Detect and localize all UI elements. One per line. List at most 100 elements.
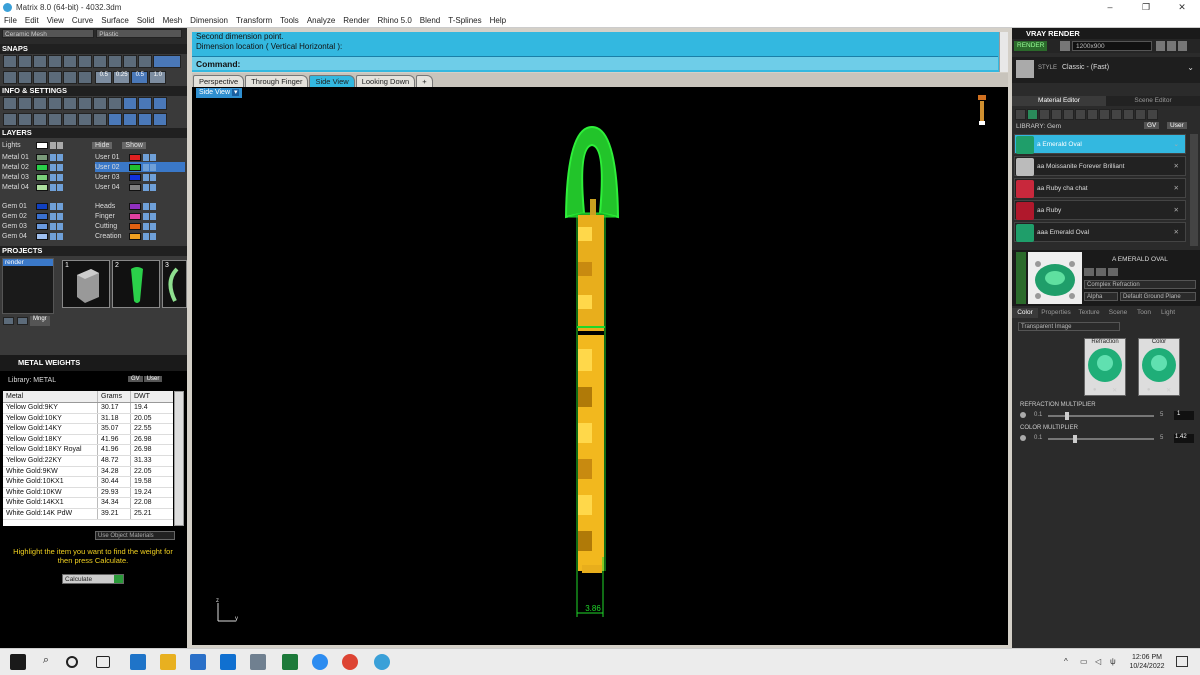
menu-tools[interactable]: Tools	[276, 16, 303, 25]
matrix-icon[interactable]	[374, 654, 390, 670]
tab-toon[interactable]: Toon	[1132, 308, 1156, 318]
camera-icon[interactable]	[1060, 41, 1070, 51]
cut-icon[interactable]	[78, 113, 92, 126]
tab-properties[interactable]: Properties	[1038, 308, 1074, 318]
layer-row[interactable]: User 04	[95, 182, 185, 192]
view-c-icon[interactable]	[153, 97, 167, 110]
gv-button[interactable]: GV	[1144, 122, 1160, 129]
lock-icon[interactable]	[50, 222, 56, 230]
lock-icon[interactable]	[50, 183, 56, 191]
tray-chevron-icon[interactable]: ^	[1064, 657, 1068, 666]
table-row[interactable]: Yellow Gold:22KY 48.72 31.33	[3, 455, 173, 467]
header-grams[interactable]: Grams	[98, 391, 131, 402]
snap-value-3[interactable]: 0.5	[131, 71, 149, 84]
tab-material-editor[interactable]: Material Editor	[1012, 96, 1106, 106]
close-icon[interactable]: ✕	[1164, 2, 1200, 13]
layer-swatch[interactable]	[36, 212, 48, 220]
user-button[interactable]: User	[1167, 122, 1187, 129]
material-combo-1[interactable]: Ceramic Mesh	[2, 29, 94, 38]
project-thumb-1[interactable]: 1	[62, 260, 110, 308]
chevron-down-icon[interactable]: ⌄	[1187, 63, 1194, 72]
layer-row[interactable]: Metal 01	[2, 152, 95, 162]
layer-swatch[interactable]	[36, 153, 48, 161]
lock-icon[interactable]	[150, 222, 156, 230]
use-object-materials[interactable]: Use Object Materials	[95, 531, 175, 540]
measure-icon[interactable]	[93, 97, 107, 110]
tab-side-view[interactable]: Side View	[309, 75, 355, 87]
close-icon[interactable]: ✕	[1112, 387, 1117, 394]
project-thumb-2[interactable]: 2	[112, 260, 160, 308]
project-thumb-3[interactable]: 3	[162, 260, 187, 308]
lock-icon[interactable]	[143, 222, 149, 230]
pattern-icon[interactable]	[1087, 109, 1098, 120]
table-row[interactable]: Yellow Gold:9KY 30.17 19.4	[3, 403, 173, 414]
edge-icon[interactable]	[130, 654, 146, 670]
table-row[interactable]: Yellow Gold:10KY 31.18 20.05	[3, 413, 173, 425]
layer-swatch[interactable]	[129, 222, 141, 230]
planar-icon[interactable]	[33, 71, 47, 84]
user-button[interactable]: User	[143, 376, 163, 382]
list-item[interactable]: aa Moissanite Forever Brilliant ✕	[1014, 156, 1186, 176]
layer-row[interactable]: Gem 03	[2, 221, 95, 231]
snap-int-icon[interactable]	[78, 55, 92, 68]
menu-surface[interactable]: Surface	[97, 16, 133, 25]
lock-icon[interactable]	[143, 163, 149, 171]
lock-icon[interactable]	[143, 232, 149, 240]
lock-icon[interactable]	[57, 173, 63, 181]
sphere-icon[interactable]	[1039, 109, 1050, 120]
menu-transform[interactable]: Transform	[232, 16, 276, 25]
hide-button[interactable]: Hide	[92, 141, 113, 149]
layer-row[interactable]: User 03	[95, 172, 185, 182]
mngr-button[interactable]: Mngr	[30, 316, 50, 326]
layer-row[interactable]: Gem 04	[2, 231, 95, 241]
calculate-button[interactable]: Calculate	[62, 574, 124, 584]
table-row[interactable]: Yellow Gold:14KY 35.07 22.55	[3, 424, 173, 435]
chrome-icon[interactable]	[342, 654, 358, 670]
layer-row[interactable]: Creation	[95, 231, 185, 241]
brush-icon[interactable]	[1111, 109, 1122, 120]
snap-value-1[interactable]: 0.5	[95, 71, 113, 84]
color-slider[interactable]	[1048, 438, 1154, 440]
header-dwt[interactable]: DWT	[131, 391, 171, 402]
ground-select[interactable]: Default Ground Plane	[1120, 292, 1196, 301]
menu-curve[interactable]: Curve	[68, 16, 97, 25]
task-view-icon[interactable]	[96, 656, 110, 668]
table-row[interactable]: White Gold:10KX1 30.44 19.58	[3, 477, 173, 488]
tab-light[interactable]: Light	[1156, 308, 1180, 318]
lock-icon[interactable]	[50, 202, 56, 210]
layer-swatch[interactable]	[129, 163, 141, 171]
language-icon[interactable]: ψ	[1110, 657, 1116, 666]
layer-swatch[interactable]	[36, 173, 48, 181]
snap-tan-icon[interactable]	[108, 55, 122, 68]
lock-icon[interactable]	[57, 222, 63, 230]
chevron-down-icon[interactable]: ⌄	[1174, 135, 1179, 155]
refraction-slider-handle[interactable]	[1065, 412, 1069, 420]
tab-scene[interactable]: Scene	[1104, 308, 1132, 318]
ortho-icon[interactable]	[18, 71, 32, 84]
color-c-icon[interactable]	[138, 113, 152, 126]
lock-icon[interactable]	[57, 232, 63, 240]
square-icon[interactable]	[1051, 109, 1062, 120]
lock-icon[interactable]	[57, 153, 63, 161]
prev-icon[interactable]	[1156, 41, 1165, 51]
menu-solid[interactable]: Solid	[133, 16, 159, 25]
scale-icon[interactable]	[78, 97, 92, 110]
lock-icon[interactable]	[143, 212, 149, 220]
expand-handle[interactable]	[1016, 252, 1026, 304]
list-item[interactable]: a Emerald Oval ⌄	[1014, 134, 1186, 154]
snap-point-icon[interactable]	[33, 55, 47, 68]
paint-icon[interactable]	[48, 97, 62, 110]
menu-file[interactable]: File	[0, 16, 21, 25]
next-icon[interactable]	[1167, 41, 1176, 51]
volume-icon[interactable]: ◁	[1095, 657, 1101, 666]
lock-icon[interactable]	[150, 173, 156, 181]
menu-view[interactable]: View	[43, 16, 68, 25]
lock-icon[interactable]	[150, 153, 156, 161]
pick-icon[interactable]: ●	[1093, 387, 1097, 394]
layer-swatch[interactable]	[36, 222, 48, 230]
pick-icon[interactable]: ●	[1147, 387, 1151, 394]
record-icon[interactable]	[78, 71, 92, 84]
menu-mesh[interactable]: Mesh	[159, 16, 187, 25]
settings-icon[interactable]	[1178, 41, 1187, 51]
sphere-icon[interactable]	[33, 113, 47, 126]
